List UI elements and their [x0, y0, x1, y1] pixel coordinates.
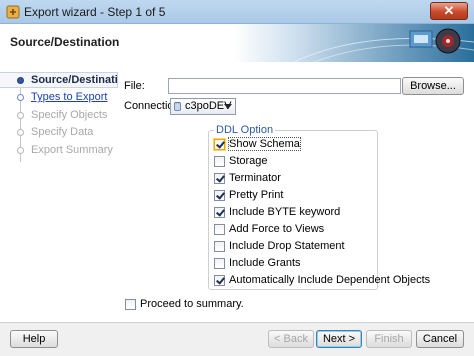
close-button[interactable]: ✕ — [430, 2, 468, 20]
window-title: Export wizard - Step 1 of 5 — [24, 5, 166, 19]
page-title: Source/Destination — [10, 35, 120, 49]
checkbox-label: Pretty Print — [229, 189, 284, 201]
chevron-down-icon — [224, 104, 232, 109]
step-current-indicator — [17, 77, 24, 84]
next-button[interactable]: Next > — [316, 330, 362, 348]
steps-panel: Source/Destination Types to Export Speci… — [0, 62, 131, 322]
file-input[interactable] — [168, 78, 401, 94]
export-wizard-window: Export wizard - Step 1 of 5 ✕ Source/Des… — [0, 0, 474, 356]
step-label: Source/Destination — [31, 74, 132, 86]
finish-button[interactable]: Finish — [366, 330, 412, 348]
app-icon — [6, 5, 20, 19]
browse-button[interactable]: Browse... — [402, 77, 464, 95]
ddl-option-title: DDL Option — [214, 124, 276, 136]
step-export-summary: Export Summary — [0, 143, 118, 159]
form-panel: File: Browse... Connection: c3poDEV DDL … — [118, 62, 474, 322]
checkbox-label: Proceed to summary. — [140, 298, 244, 310]
footer-bar: Help < Back Next > Finish Cancel — [0, 322, 474, 356]
step-indicator — [17, 112, 24, 119]
checkbox[interactable] — [214, 190, 225, 201]
title-bar[interactable]: Export wizard - Step 1 of 5 ✕ — [0, 0, 474, 24]
checkbox-label: Include BYTE keyword — [229, 206, 341, 218]
checkbox[interactable] — [214, 241, 225, 252]
checkbox-label: Terminator — [229, 172, 281, 184]
step-label: Specify Data — [31, 126, 94, 138]
checkbox[interactable] — [214, 258, 225, 269]
checkbox[interactable] — [214, 224, 225, 235]
checkbox[interactable] — [125, 299, 136, 310]
checkbox-label: Include Drop Statement — [229, 240, 345, 252]
step-types-to-export[interactable]: Types to Export — [0, 90, 118, 106]
step-specify-data: Specify Data — [0, 125, 118, 141]
step-label: Export Summary — [31, 144, 113, 156]
wizard-header: Source/Destination — [0, 24, 474, 63]
step-label: Types to Export — [31, 91, 108, 103]
cancel-button[interactable]: Cancel — [416, 330, 464, 348]
step-source-destination[interactable]: Source/Destination — [0, 72, 131, 88]
database-icon — [174, 102, 181, 111]
step-indicator — [17, 147, 24, 154]
checkbox-label: Show Schema — [228, 137, 301, 151]
header-banner-image — [234, 24, 474, 62]
checkbox-label: Include Grants — [229, 257, 301, 269]
step-specify-objects: Specify Objects — [0, 108, 118, 124]
checkbox[interactable] — [214, 156, 225, 167]
close-icon: ✕ — [443, 3, 455, 18]
checkbox[interactable] — [214, 275, 225, 286]
checkbox-label: Automatically Include Dependent Objects — [229, 274, 431, 286]
checkbox-label: Storage — [229, 155, 268, 167]
help-button[interactable]: Help — [10, 330, 58, 348]
step-indicator — [17, 129, 24, 136]
checkbox-label: Add Force to Views — [229, 223, 325, 235]
back-button[interactable]: < Back — [268, 330, 314, 348]
checkbox[interactable] — [214, 139, 225, 150]
checkbox[interactable] — [214, 207, 225, 218]
connection-select[interactable]: c3poDEV — [170, 98, 236, 115]
step-indicator — [17, 94, 24, 101]
file-label: File: — [124, 80, 145, 92]
checkbox[interactable] — [214, 173, 225, 184]
step-label: Specify Objects — [31, 109, 108, 121]
